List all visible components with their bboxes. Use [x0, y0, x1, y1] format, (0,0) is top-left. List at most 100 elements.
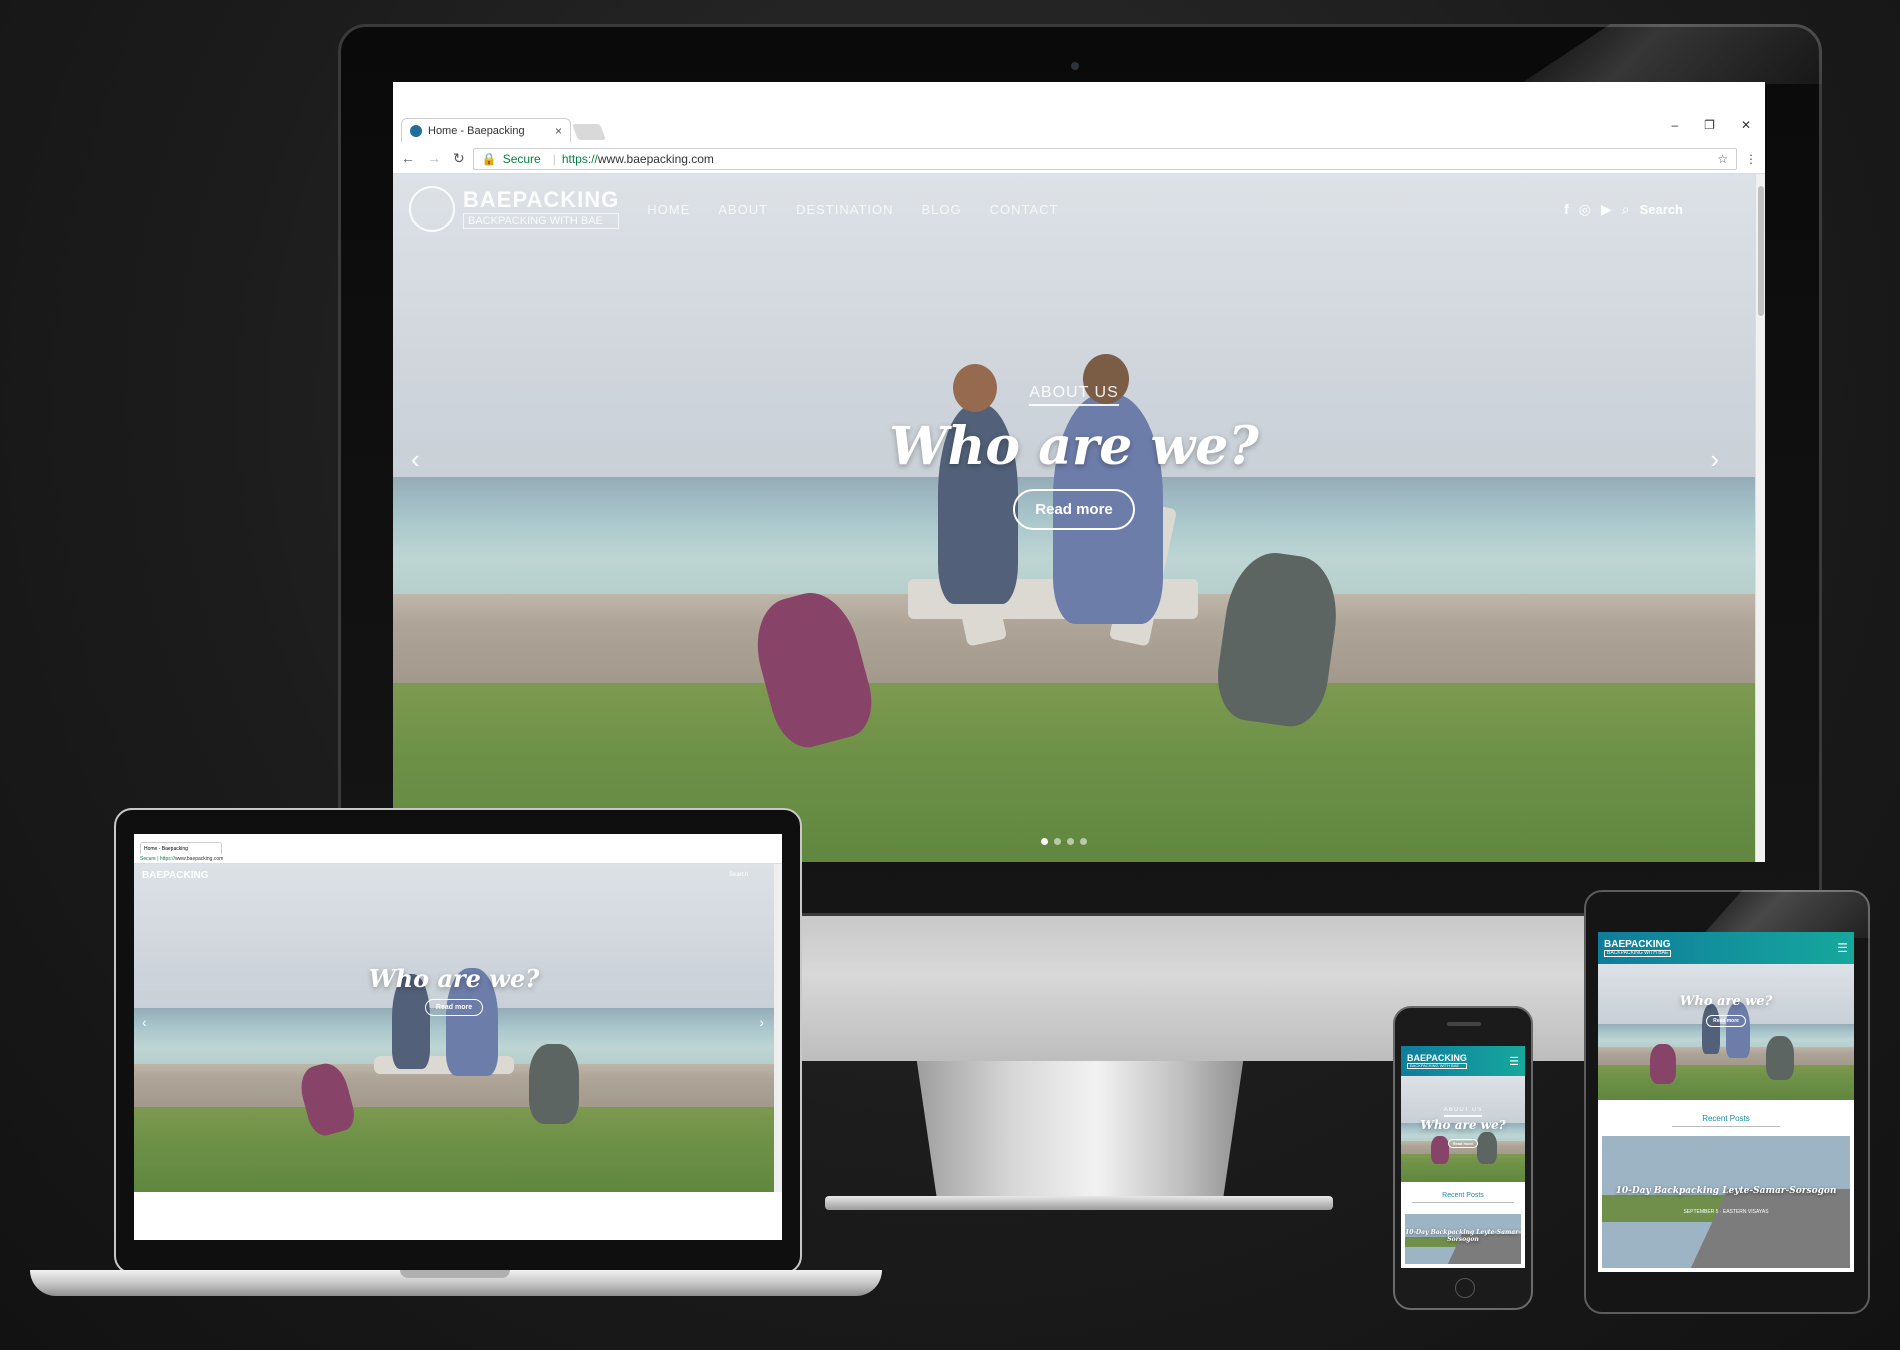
bookmark-star-icon[interactable]: ☆ — [1717, 152, 1728, 166]
hero-slider: BAEPACKING BACKPACKING WITH BAE HOME ABO… — [393, 174, 1755, 862]
menu-item-home[interactable]: HOME — [647, 202, 690, 217]
slider-next-icon[interactable]: › — [759, 1014, 764, 1030]
browser-tab-strip: Home - Baepacking × – ❐ ✕ — [393, 82, 1765, 144]
post-title[interactable]: 10-Day Backpacking Leyte-Samar-Sorsogon — [1602, 1186, 1850, 1196]
imac-stand-base — [825, 1196, 1333, 1210]
search-icon[interactable]: ⌕ — [1622, 201, 1630, 218]
browser-tab[interactable]: Home - Baepacking × — [401, 118, 571, 142]
browser-tab[interactable]: Home - Baepacking — [140, 842, 222, 854]
tab-close-icon[interactable]: × — [555, 124, 562, 138]
header-actions: f ◎ ▶ ⌕ Search — [1564, 201, 1683, 218]
slider-prev-icon[interactable]: ‹ — [142, 1014, 147, 1030]
imac-stand — [916, 1061, 1244, 1201]
hero-slider: ABOUT US Who are we? Read more — [1401, 1076, 1525, 1182]
slider-next-icon[interactable]: › — [1710, 444, 1719, 475]
site-logo[interactable]: BAEPACKING BACKPACKING WITH BAE — [409, 186, 620, 232]
instagram-icon[interactable]: ◎ — [1579, 201, 1591, 218]
address-bar[interactable]: Secure | https:// www.baepacking.com — [140, 854, 776, 863]
logo-tagline: BACKPACKING WITH BAE — [463, 213, 620, 229]
address-toolbar: ← → ↻ 🔒 Secure | https:// www.baepacking… — [393, 144, 1765, 174]
window-controls: – ❐ ✕ — [1671, 118, 1751, 132]
recent-posts-label: Recent Posts — [1412, 1192, 1514, 1203]
hero-eyebrow: ABOUT US — [1443, 1107, 1483, 1117]
main-menu: HOME ABOUT DESTINATION BLOG CONTACT — [647, 202, 1058, 217]
hero-headline: Who are we? — [1679, 994, 1773, 1009]
hero-caption: ABOUT US Who are we? Read more — [393, 384, 1755, 530]
browser-tab-strip: Home - Baepacking Secure | https:// www.… — [134, 834, 782, 864]
logo-name[interactable]: BAEPACKING — [1604, 939, 1671, 950]
page-scrollbar[interactable] — [1755, 174, 1765, 862]
post-card[interactable]: 10-Day Backpacking Leyte-Samar-Sorsogon … — [1602, 1136, 1850, 1268]
hero-eyebrow: ABOUT US — [1029, 384, 1119, 406]
read-more-button[interactable]: Read more — [1013, 489, 1135, 530]
new-tab-button[interactable] — [572, 124, 606, 140]
secure-label: Secure — [140, 855, 156, 862]
youtube-icon[interactable]: ▶ — [1601, 201, 1612, 218]
forward-icon[interactable]: → — [427, 150, 441, 167]
desktop-browser-window: Home - Baepacking × – ❐ ✕ ← → ↻ 🔒 Secure… — [393, 82, 1765, 862]
url-host: www.baepacking.com — [597, 151, 714, 166]
post-card[interactable]: 10-Day Backpacking Leyte-Samar-Sorsogon — [1405, 1214, 1521, 1264]
close-window-button[interactable]: ✕ — [1741, 118, 1751, 132]
logo-name[interactable]: BAEPACKING — [142, 870, 208, 881]
facebook-icon[interactable]: f — [1564, 201, 1569, 217]
site-favicon-icon — [410, 124, 422, 137]
restore-button[interactable]: ❐ — [1704, 118, 1715, 132]
address-bar[interactable]: 🔒 Secure | https:// www.baepacking.com ☆ — [472, 147, 1737, 170]
read-more-button[interactable]: Read more — [1706, 1015, 1746, 1027]
back-icon[interactable]: ← — [401, 150, 415, 167]
hero-headline: Who are we? — [368, 964, 540, 993]
logo-name[interactable]: BAEPACKING — [1407, 1053, 1467, 1063]
search-label[interactable]: Search — [1640, 202, 1683, 217]
post-title[interactable]: 10-Day Backpacking Leyte-Samar-Sorsogon — [1405, 1229, 1521, 1243]
slide-dot[interactable] — [1080, 838, 1087, 845]
browser-menu-icon[interactable]: ⋮ — [1745, 152, 1757, 166]
tablet-screen: BAEPACKING BACKPACKING WITH BAE ☰ Who ar… — [1598, 932, 1854, 1272]
secure-label: Secure — [502, 151, 541, 166]
recent-posts-label: Recent Posts — [1672, 1114, 1780, 1127]
globe-logo-icon — [409, 186, 455, 232]
speaker-grille — [1447, 1022, 1481, 1026]
laptop-notch — [400, 1270, 510, 1278]
logo-tagline: BACKPACKING WITH BAE — [1407, 1062, 1467, 1069]
post-meta: SEPTEMBER 5 · EASTERN VISAYAS — [1683, 1208, 1769, 1215]
url-scheme: https:// — [159, 855, 175, 862]
camera-icon — [1071, 62, 1079, 70]
hero-headline: Who are we? — [889, 416, 1259, 477]
hero-headline: Who are we? — [1420, 1118, 1506, 1132]
minimize-button[interactable]: – — [1671, 118, 1678, 132]
search-label[interactable]: Search — [729, 872, 748, 878]
menu-item-blog[interactable]: BLOG — [922, 202, 962, 217]
mobile-header: BAEPACKING BACKPACKING WITH BAE ☰ — [1598, 932, 1854, 964]
divider: | — [552, 151, 556, 166]
slide-dot[interactable] — [1054, 838, 1061, 845]
slide-dot[interactable] — [1041, 838, 1048, 845]
hamburger-menu-icon[interactable]: ☰ — [1509, 1055, 1519, 1068]
logo-tagline: BACKPACKING WITH BAE — [1604, 949, 1672, 957]
slide-dot[interactable] — [1067, 838, 1074, 845]
home-button[interactable] — [1455, 1278, 1475, 1298]
menu-item-about[interactable]: ABOUT — [718, 202, 768, 217]
page-scrollbar[interactable] — [774, 864, 782, 1192]
lock-icon: 🔒 — [481, 151, 497, 166]
slider-prev-icon[interactable]: ‹ — [411, 444, 420, 475]
url-host: www.baepacking.com — [174, 855, 224, 862]
slider-dots — [1041, 838, 1087, 845]
menu-item-contact[interactable]: CONTACT — [990, 202, 1059, 217]
recent-posts-heading: Recent Posts — [1401, 1192, 1525, 1203]
nav-buttons: ← → ↻ — [401, 150, 465, 167]
menu-item-destination[interactable]: DESTINATION — [796, 202, 893, 217]
mobile-header: BAEPACKING BACKPACKING WITH BAE ☰ — [1401, 1046, 1525, 1076]
tab-title: Home - Baepacking — [428, 124, 525, 137]
hamburger-menu-icon[interactable]: ☰ — [1837, 941, 1848, 955]
hero-slider: BAEPACKING Search Who are we? Read more … — [134, 864, 774, 1192]
tab-title: Home - Baepacking — [144, 845, 188, 852]
recent-posts-heading: Recent Posts — [1598, 1114, 1854, 1127]
url-scheme: https:// — [561, 151, 598, 166]
reload-icon[interactable]: ↻ — [453, 150, 465, 167]
read-more-button[interactable]: Read more — [1447, 1139, 1479, 1148]
laptop-browser-window: Home - Baepacking Secure | https:// www.… — [134, 834, 782, 1240]
read-more-button[interactable]: Read more — [424, 999, 484, 1016]
site-header: BAEPACKING BACKPACKING WITH BAE HOME ABO… — [393, 174, 1755, 244]
logo-name: BAEPACKING — [463, 187, 620, 212]
